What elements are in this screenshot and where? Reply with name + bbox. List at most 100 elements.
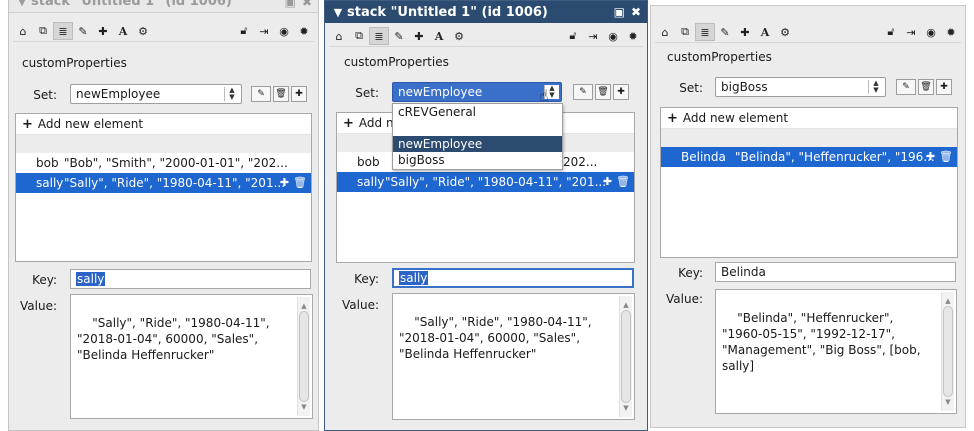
home-icon[interactable]: ⌂ [329, 27, 349, 45]
value-text: "Sally", "Ride", "1980-04-11", "2018-01-… [399, 315, 592, 361]
exit-icon[interactable]: ⇥ [254, 22, 274, 40]
set-select[interactable]: newEmployee ▲ ▼ [392, 82, 562, 102]
text-icon[interactable]: A [755, 23, 775, 41]
window-titlebar[interactable]: ▼ stack "Untitled 1" (id 1006) ▣ ✖ [9, 0, 318, 13]
restore-icon[interactable]: ▣ [614, 5, 625, 19]
value-scrollbar[interactable]: ▲ ▼ [619, 296, 632, 417]
list-item-selected[interactable]: sally "Sally", "Ride", "1980-04-11", "20… [337, 172, 634, 192]
section-heading: customProperties [22, 56, 127, 70]
move-icon[interactable]: ✚ [409, 27, 429, 45]
close-icon[interactable]: ✖ [302, 0, 312, 9]
add-set-button[interactable]: ✚ [936, 79, 952, 95]
add-row-icon[interactable]: ✚ [280, 176, 289, 189]
close-icon[interactable]: ✖ [631, 5, 641, 19]
scroll-down-icon[interactable]: ▼ [620, 400, 632, 416]
set-select[interactable]: newEmployee ▲ ▼ [70, 84, 242, 104]
edit-set-button[interactable]: ✎ [573, 84, 593, 100]
add-element-label: Add new element [37, 117, 144, 131]
add-element-row[interactable]: + Add new element [661, 108, 957, 129]
target-icon[interactable]: ◉ [274, 22, 294, 40]
target-icon[interactable]: ◉ [921, 23, 941, 41]
add-set-button[interactable]: ✚ [291, 86, 307, 102]
delete-set-button[interactable]: 🗑︎ [595, 84, 611, 100]
home-icon[interactable]: ⌂ [655, 23, 675, 41]
settings-icon[interactable]: ✹ [941, 23, 961, 41]
scroll-thumb[interactable] [299, 311, 309, 402]
settings-icon[interactable]: ✹ [623, 27, 643, 45]
settings-icon[interactable]: ✹ [294, 22, 314, 40]
value-label: Value: [342, 298, 379, 312]
copy-icon[interactable]: ⧉ [675, 23, 695, 41]
target-icon[interactable]: ◉ [603, 27, 623, 45]
database-icon[interactable]: ≣ [695, 23, 715, 41]
dropdown-option[interactable]: bigBoss [393, 152, 562, 168]
add-element-label: Add new element [682, 111, 789, 125]
pencil-icon[interactable]: ✎ [73, 22, 93, 40]
gears-icon[interactable]: ⚙ [775, 23, 795, 41]
window-titlebar[interactable]: ▼ stack "Untitled 1" (id 1006) ▣ ✖ [325, 1, 647, 23]
plus-icon: + [22, 116, 33, 132]
copy-icon[interactable]: ⧉ [349, 27, 369, 45]
exit-icon[interactable]: ⇥ [583, 27, 603, 45]
scroll-thumb[interactable] [621, 310, 631, 403]
delete-set-button[interactable]: 🗑︎ [918, 79, 934, 95]
scroll-thumb[interactable] [943, 306, 953, 397]
scroll-down-icon[interactable]: ▼ [298, 399, 310, 415]
lock-icon[interactable]: 🔓︎ [234, 22, 254, 40]
edit-set-button[interactable]: ✎ [251, 86, 271, 102]
edit-set-button[interactable]: ✎ [896, 79, 916, 95]
database-icon[interactable]: ≣ [369, 27, 389, 45]
list-item-selected[interactable]: Belinda "Belinda", "Heffenrucker", "196.… [661, 147, 957, 167]
text-icon[interactable]: A [113, 22, 133, 40]
lock-icon[interactable]: 🔓︎ [881, 23, 901, 41]
restore-icon[interactable]: ▣ [285, 0, 296, 9]
pencil-icon[interactable]: ✎ [715, 23, 735, 41]
key-field[interactable]: sally [392, 268, 634, 288]
move-icon[interactable]: ✚ [735, 23, 755, 41]
plus-icon: + [667, 110, 678, 126]
gears-icon[interactable]: ⚙ [449, 27, 469, 45]
value-field[interactable]: "Sally", "Ride", "1980-04-11", "2018-01-… [392, 293, 635, 420]
list-item-selected[interactable]: sally "Sally", "Ride", "1980-04-11", "20… [16, 173, 311, 193]
dropdown-option-selected[interactable]: newEmployee [393, 136, 562, 152]
pencil-icon[interactable]: ✎ [389, 27, 409, 45]
lock-icon[interactable]: 🔓︎ [563, 27, 583, 45]
key-field[interactable]: Belinda [715, 262, 956, 282]
text-icon[interactable]: A [429, 27, 449, 45]
window-title: stack "Untitled 1" (id 1006) [31, 0, 232, 9]
value-scrollbar[interactable]: ▲ ▼ [297, 297, 310, 416]
move-icon[interactable]: ✚ [93, 22, 113, 40]
window-title: stack "Untitled 1" (id 1006) [347, 4, 548, 20]
home-icon[interactable]: ⌂ [13, 22, 33, 40]
stepper-icon[interactable]: ▲ ▼ [224, 87, 239, 101]
add-row-icon[interactable]: ✚ [926, 150, 935, 163]
item-key: sally [357, 175, 385, 189]
stepper-icon[interactable]: ▲ ▼ [868, 80, 883, 94]
chevron-down-icon[interactable]: ▼ [13, 0, 31, 8]
delete-set-button[interactable]: 🗑︎ [273, 86, 289, 102]
set-select-value: bigBoss [721, 80, 768, 94]
item-value: "Belinda", "Heffenrucker", "196... [735, 150, 935, 164]
value-field[interactable]: "Belinda", "Heffenrucker", "1960-05-15",… [715, 289, 957, 414]
inspector-toolbar: ⌂ ⧉ ≣ ✎ ✚ A ⚙ 🔓︎ ⇥ ◉ ✹ [13, 21, 314, 42]
copy-icon[interactable]: ⧉ [33, 22, 53, 40]
scroll-down-icon[interactable]: ▼ [942, 394, 954, 410]
chevron-down-icon[interactable]: ▼ [329, 6, 347, 19]
add-row-icon[interactable]: ✚ [603, 175, 612, 188]
list-item[interactable]: bob "Bob", "Smith", "2000-01-01", "202..… [16, 153, 311, 173]
gears-icon[interactable]: ⚙ [133, 22, 153, 40]
delete-row-icon[interactable]: 🗑︎ [616, 175, 630, 188]
value-text: "Sally", "Ride", "1980-04-11", "2018-01-… [77, 316, 270, 362]
database-icon[interactable]: ≣ [53, 22, 73, 40]
dropdown-option[interactable]: cREVGeneral [393, 104, 562, 120]
delete-row-icon[interactable]: 🗑︎ [939, 150, 953, 163]
value-scrollbar[interactable]: ▲ ▼ [941, 292, 954, 411]
delete-row-icon[interactable]: 🗑︎ [293, 176, 307, 189]
exit-icon[interactable]: ⇥ [901, 23, 921, 41]
add-set-button[interactable]: ✚ [613, 84, 629, 100]
hand-cursor-icon: ☝ [539, 86, 549, 105]
key-field[interactable]: sally [70, 269, 311, 289]
add-element-row[interactable]: + Add new element [16, 114, 311, 135]
value-field[interactable]: "Sally", "Ride", "1980-04-11", "2018-01-… [70, 294, 313, 419]
set-select[interactable]: bigBoss ▲ ▼ [715, 77, 886, 97]
